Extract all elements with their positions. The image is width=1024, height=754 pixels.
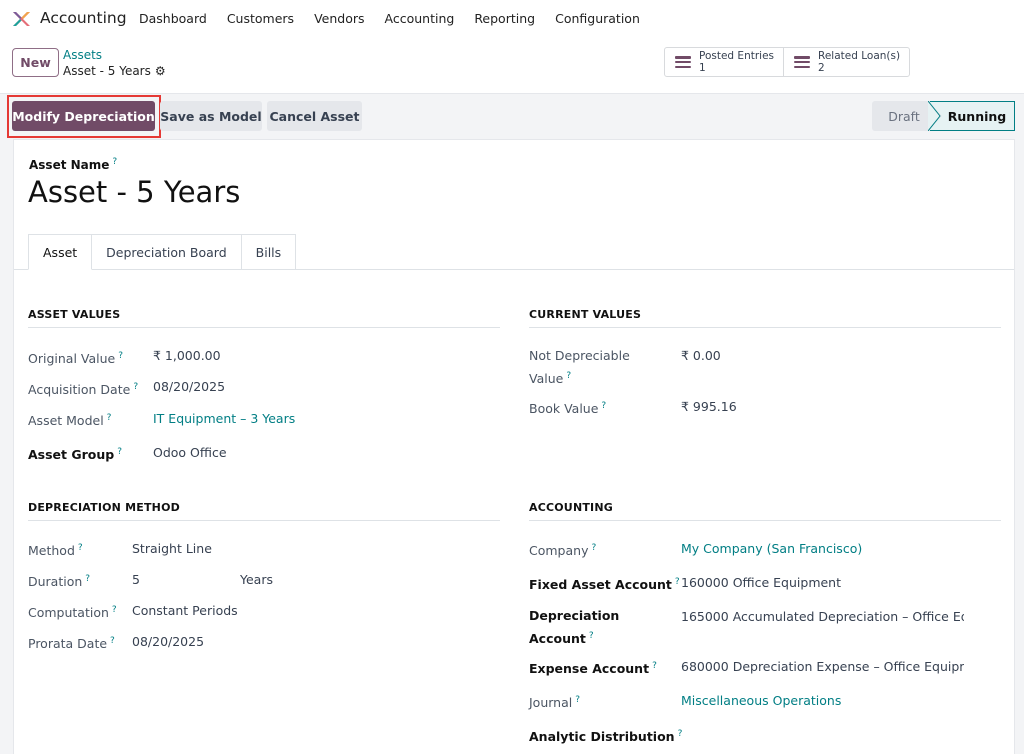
duration-label: Duration? [28,574,91,590]
method-field[interactable]: Straight Line [132,539,212,559]
method-label: Method? [28,543,83,559]
help-icon[interactable]: ? [78,543,83,553]
asset-model-label: Asset Model? [28,413,112,429]
status-bar: Modify Depreciation Save as Model Cancel… [0,94,1024,138]
prorata-date-field[interactable]: 08/20/2025 [132,632,204,652]
help-icon[interactable]: ? [133,382,138,392]
help-icon[interactable]: ? [85,574,90,584]
asset-name-field[interactable]: Asset - 5 Years [28,175,240,209]
help-icon[interactable]: ? [591,543,596,553]
section-asset-values: ASSET VALUES [28,308,500,328]
section-current-values: CURRENT VALUES [529,308,1001,328]
highlight-box [7,95,161,138]
posted-entries-count: 1 [699,62,706,74]
main-menu: Dashboard Customers Vendors Accounting R… [139,11,660,26]
new-button[interactable]: New [12,48,59,77]
fixed-asset-account-label: Fixed Asset Account? [529,577,680,593]
list-icon [675,56,691,68]
depreciation-account-label: Depreciation Account? [529,608,620,647]
menu-accounting[interactable]: Accounting [385,11,455,26]
analytic-distribution-label: Analytic Distribution? [529,729,683,745]
help-icon[interactable]: ? [112,605,117,615]
stage-draft[interactable]: Draft [872,101,930,131]
acquisition-date-field[interactable]: 08/20/2025 [153,377,225,397]
breadcrumb-current-label: Asset - 5 Years [63,64,151,78]
help-icon[interactable]: ? [575,695,580,705]
notebook-tabs: Asset Depreciation Board Bills [28,234,297,270]
duration-unit-field[interactable]: Years [240,570,273,590]
computation-label: Computation? [28,605,117,621]
help-icon[interactable]: ? [678,729,683,739]
cancel-asset-button[interactable]: Cancel Asset [267,101,362,131]
control-panel: New Assets Asset - 5 Years ⚙ Posted Entr… [0,38,1024,94]
breadcrumb-current: Asset - 5 Years ⚙ [63,64,166,78]
expense-account-label: Expense Account? [529,661,657,677]
tab-asset[interactable]: Asset [28,234,93,270]
menu-reporting[interactable]: Reporting [474,11,535,26]
not-depreciable-label: Not Depreciable Value? [529,348,630,387]
book-value-label: Book Value? [529,401,607,417]
help-icon[interactable]: ? [112,157,117,167]
posted-entries-button[interactable]: Posted Entries 1 [665,48,783,76]
section-accounting: ACCOUNTING [529,501,1001,521]
journal-label: Journal? [529,695,581,711]
tab-bills[interactable]: Bills [241,234,297,270]
related-loans-button[interactable]: Related Loan(s) 2 [783,48,909,76]
help-icon[interactable]: ? [675,577,680,587]
prorata-date-label: Prorata Date? [28,636,115,652]
smart-buttons: Posted Entries 1 Related Loan(s) 2 [664,47,911,77]
related-loans-count: 2 [818,62,825,74]
help-icon[interactable]: ? [601,401,606,411]
help-icon[interactable]: ? [110,636,115,646]
breadcrumb-assets[interactable]: Assets [63,48,102,62]
not-depreciable-field[interactable]: ₹ 0.00 [681,346,721,366]
app-name[interactable]: Accounting [40,9,127,27]
original-value-field[interactable]: ₹ 1,000.00 [153,346,221,366]
depreciation-account-field[interactable]: 165000 Accumulated Depreciation – Office… [681,607,964,627]
company-field[interactable]: My Company (San Francisco) [681,539,862,559]
asset-model-field[interactable]: IT Equipment – 3 Years [153,409,295,429]
tab-depreciation-board[interactable]: Depreciation Board [92,234,242,270]
fixed-asset-account-field[interactable]: 160000 Office Equipment [681,573,964,593]
form-sheet: Asset Name? Asset - 5 Years Asset Deprec… [13,139,1015,754]
menu-customers[interactable]: Customers [227,11,294,26]
asset-group-field[interactable]: Odoo Office [153,443,227,463]
accounting-app-icon[interactable] [11,9,31,29]
menu-configuration[interactable]: Configuration [555,11,640,26]
company-label: Company? [529,543,597,559]
original-value-label: Original Value? [28,351,123,367]
help-icon[interactable]: ? [652,661,657,671]
journal-field[interactable]: Miscellaneous Operations [681,691,841,711]
help-icon[interactable]: ? [117,447,122,457]
stage-arrow-icon [928,101,942,131]
menu-vendors[interactable]: Vendors [314,11,364,26]
menu-dashboard[interactable]: Dashboard [139,11,207,26]
help-icon[interactable]: ? [107,413,112,423]
posted-entries-label: Posted Entries [699,50,775,62]
section-depreciation-method: DEPRECIATION METHOD [28,501,500,521]
stage-running[interactable]: Running [930,101,1015,131]
gear-icon[interactable]: ⚙ [155,64,166,78]
top-navbar: Accounting Dashboard Customers Vendors A… [0,0,1024,38]
help-icon[interactable]: ? [118,351,123,361]
help-icon[interactable]: ? [566,371,571,381]
save-as-model-button[interactable]: Save as Model [160,101,262,131]
duration-field[interactable]: 5 [132,570,140,590]
help-icon[interactable]: ? [589,631,594,641]
computation-field[interactable]: Constant Periods [132,601,238,621]
related-loans-label: Related Loan(s) [818,50,901,62]
book-value-field: ₹ 995.16 [681,399,737,414]
list-icon [794,56,811,68]
expense-account-field[interactable]: 680000 Depreciation Expense – Office Equ… [681,657,964,677]
acquisition-date-label: Acquisition Date? [28,382,139,398]
asset-group-label: Asset Group? [28,447,122,463]
asset-name-label: Asset Name? [29,157,118,172]
